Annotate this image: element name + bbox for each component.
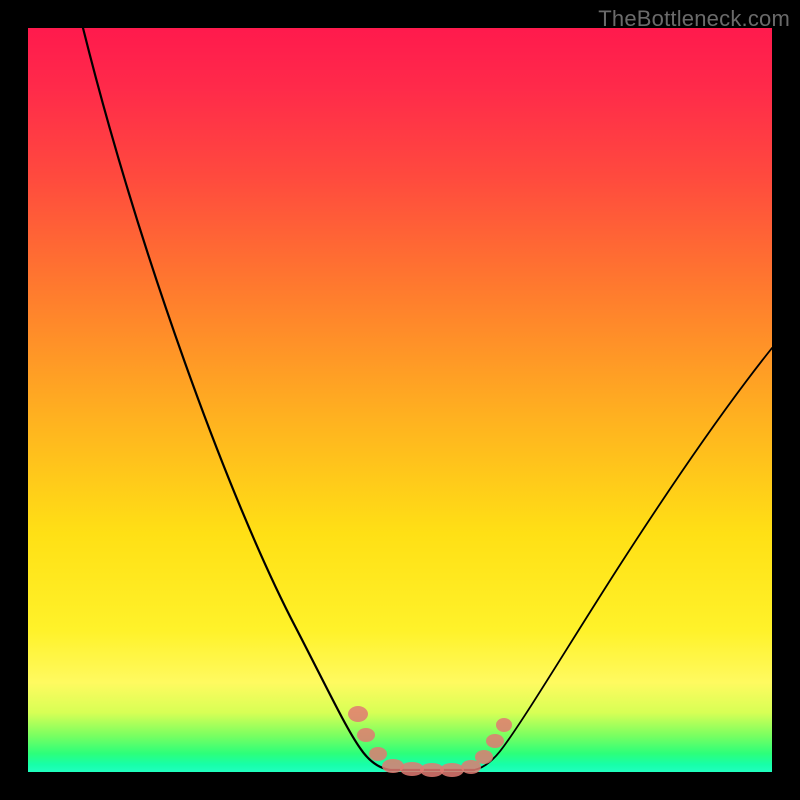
bead: [496, 718, 512, 732]
curve-right-arm: [474, 348, 772, 770]
curve-left-arm: [83, 28, 390, 770]
bead: [440, 763, 464, 777]
chart-frame: TheBottleneck.com: [0, 0, 800, 800]
bead: [475, 750, 493, 764]
chart-svg: [28, 28, 772, 772]
plot-area: [28, 28, 772, 772]
trough-beads: [348, 706, 512, 777]
bead: [348, 706, 368, 722]
bead: [486, 734, 504, 748]
watermark-text: TheBottleneck.com: [598, 6, 790, 32]
bead: [357, 728, 375, 742]
bead: [369, 747, 387, 761]
